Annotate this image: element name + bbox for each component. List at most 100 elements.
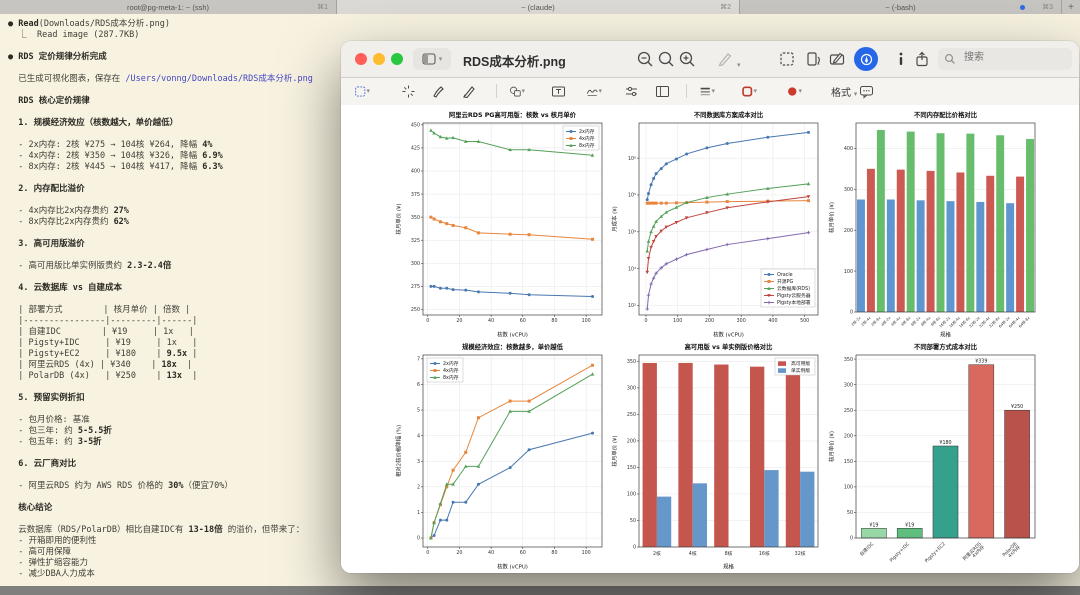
chart-rds-price-by-cores: 250275300325350375400425450020406080100阿… bbox=[394, 107, 609, 339]
terminal-tab-bar: root@pg-meta-1: ~ (ssh) ⌘1 ~ (claude) ⌘2… bbox=[0, 0, 1080, 14]
adjust-sliders-icon[interactable] bbox=[624, 83, 640, 99]
image-viewer: 250275300325350375400425450020406080100阿… bbox=[341, 105, 1079, 573]
svg-text:400: 400 bbox=[844, 146, 853, 152]
svg-text:3: 3 bbox=[417, 459, 420, 465]
svg-text:100: 100 bbox=[627, 492, 636, 498]
svg-text:0: 0 bbox=[417, 536, 420, 542]
terminal-tab-claude[interactable]: ~ (claude) ⌘2 bbox=[337, 0, 740, 14]
svg-text:0: 0 bbox=[850, 536, 853, 542]
svg-text:阿里云RDS4x内存: 阿里云RDS4x内存 bbox=[961, 540, 986, 565]
format-button[interactable]: 格式 ▾ bbox=[831, 84, 857, 99]
svg-text:¥19: ¥19 bbox=[905, 522, 914, 528]
chart-economy-of-scale: 01234567020406080100规模经济效应：核数越多，单价越低核数 (… bbox=[394, 339, 609, 571]
svg-text:450: 450 bbox=[411, 123, 420, 129]
search-input[interactable] bbox=[962, 51, 1066, 64]
text-box-icon[interactable] bbox=[551, 83, 567, 99]
fullscreen-button[interactable] bbox=[391, 53, 403, 65]
svg-text:10⁵: 10⁵ bbox=[628, 193, 636, 199]
chart-grid: 250275300325350375400425450020406080100阿… bbox=[393, 107, 1043, 571]
svg-text:20: 20 bbox=[456, 550, 462, 556]
svg-text:¥180: ¥180 bbox=[940, 440, 952, 446]
window-title: RDS成本分析.png bbox=[463, 51, 566, 70]
zoom-in-button[interactable] bbox=[678, 50, 696, 68]
svg-text:10³: 10³ bbox=[628, 266, 636, 272]
crop-icon[interactable] bbox=[778, 50, 796, 68]
svg-text:60: 60 bbox=[520, 318, 526, 324]
svg-text:2x内存: 2x内存 bbox=[579, 128, 595, 135]
svg-text:350: 350 bbox=[844, 357, 853, 363]
annotation-bubble-icon[interactable] bbox=[859, 83, 875, 99]
svg-text:150: 150 bbox=[844, 459, 853, 465]
svg-text:6: 6 bbox=[417, 382, 420, 388]
svg-text:60: 60 bbox=[520, 550, 526, 556]
svg-text:月成本 (¥): 月成本 (¥) bbox=[611, 206, 619, 232]
selection-rect-icon[interactable]: ▾ bbox=[354, 83, 370, 99]
svg-text:不同数据库方案成本对比: 不同数据库方案成本对比 bbox=[694, 110, 764, 119]
svg-text:100: 100 bbox=[844, 485, 853, 491]
svg-text:100: 100 bbox=[581, 550, 590, 556]
shapes-icon[interactable]: ▾ bbox=[509, 83, 525, 99]
markup-toolbar-icon[interactable] bbox=[828, 50, 846, 68]
svg-text:2x内存: 2x内存 bbox=[443, 360, 459, 367]
svg-text:8x内存: 8x内存 bbox=[443, 374, 459, 381]
preview-window: ▾ RDS成本分析.png ▾ bbox=[341, 41, 1079, 573]
svg-text:300: 300 bbox=[411, 261, 420, 267]
minimize-button[interactable] bbox=[373, 53, 385, 65]
canvas-size-icon[interactable] bbox=[655, 83, 671, 99]
svg-text:¥250: ¥250 bbox=[1011, 404, 1023, 410]
rotate-icon[interactable] bbox=[804, 50, 822, 68]
svg-text:不同内存配比价格对比: 不同内存配比价格对比 bbox=[914, 110, 978, 119]
sketch-pen-icon[interactable] bbox=[432, 83, 448, 99]
svg-text:Pigsty云服务器: Pigsty云服务器 bbox=[777, 292, 811, 299]
svg-text:0: 0 bbox=[426, 318, 429, 324]
preview-title-bar[interactable]: ▾ RDS成本分析.png ▾ bbox=[341, 41, 1079, 78]
svg-text:单实例版: 单实例版 bbox=[791, 367, 810, 374]
svg-text:200: 200 bbox=[627, 439, 636, 445]
terminal-tab-bash[interactable]: ~ (-bash) ⌘3 bbox=[740, 0, 1062, 14]
svg-text:核数 (vCPU): 核数 (vCPU) bbox=[497, 331, 528, 339]
svg-text:Pigsty+EC2: Pigsty+EC2 bbox=[924, 541, 947, 564]
svg-text:400: 400 bbox=[769, 318, 778, 324]
svg-text:375: 375 bbox=[411, 192, 420, 198]
svg-text:4: 4 bbox=[417, 433, 420, 439]
svg-text:40: 40 bbox=[488, 318, 494, 324]
markup-active-button[interactable] bbox=[854, 47, 878, 71]
svg-text:200: 200 bbox=[844, 228, 853, 234]
terminal-tab-ssh[interactable]: root@pg-meta-1: ~ (ssh) ⌘1 bbox=[0, 0, 337, 14]
svg-text:开源PG: 开源PG bbox=[777, 278, 793, 285]
toolbar-divider bbox=[496, 84, 497, 98]
zoom-out-button[interactable] bbox=[636, 50, 654, 68]
svg-text:80: 80 bbox=[551, 318, 557, 324]
sidebar-toggle-button[interactable]: ▾ bbox=[413, 48, 451, 70]
border-color-icon[interactable]: ▾ bbox=[741, 83, 757, 99]
svg-text:核数 (vCPU): 核数 (vCPU) bbox=[497, 563, 528, 571]
close-button[interactable] bbox=[355, 53, 367, 65]
instant-alpha-icon[interactable] bbox=[401, 83, 417, 99]
info-icon[interactable] bbox=[892, 50, 910, 68]
search-field[interactable] bbox=[938, 48, 1072, 70]
svg-text:自建IDC: 自建IDC bbox=[858, 540, 875, 557]
svg-text:规格: 规格 bbox=[940, 331, 951, 339]
svg-text:300: 300 bbox=[844, 382, 853, 388]
svg-text:250: 250 bbox=[411, 307, 420, 313]
highlight-pen-button[interactable] bbox=[716, 50, 734, 68]
svg-text:40: 40 bbox=[488, 550, 494, 556]
new-tab-button[interactable]: + bbox=[1062, 0, 1080, 14]
fill-color-icon[interactable]: ▾ bbox=[786, 83, 802, 99]
svg-text:核月单价 (¥): 核月单价 (¥) bbox=[828, 431, 836, 462]
svg-text:275: 275 bbox=[411, 284, 420, 290]
svg-text:400: 400 bbox=[411, 169, 420, 175]
signature-icon[interactable]: ▾ bbox=[586, 83, 602, 99]
share-icon[interactable] bbox=[913, 50, 931, 68]
line-style-icon[interactable]: ▾ bbox=[699, 83, 715, 99]
svg-text:16核: 16核 bbox=[759, 550, 770, 557]
draw-pen-icon[interactable] bbox=[462, 83, 478, 99]
sidebar-icon bbox=[422, 53, 436, 65]
svg-text:0: 0 bbox=[426, 550, 429, 556]
svg-text:325: 325 bbox=[411, 238, 420, 244]
zoom-actual-size-button[interactable] bbox=[657, 50, 675, 68]
svg-text:Pigsty本地部署: Pigsty本地部署 bbox=[777, 299, 811, 306]
svg-text:4x内存: 4x内存 bbox=[579, 135, 595, 142]
highlight-pen-chevron[interactable]: ▾ bbox=[737, 54, 755, 72]
svg-text:300: 300 bbox=[737, 318, 746, 324]
